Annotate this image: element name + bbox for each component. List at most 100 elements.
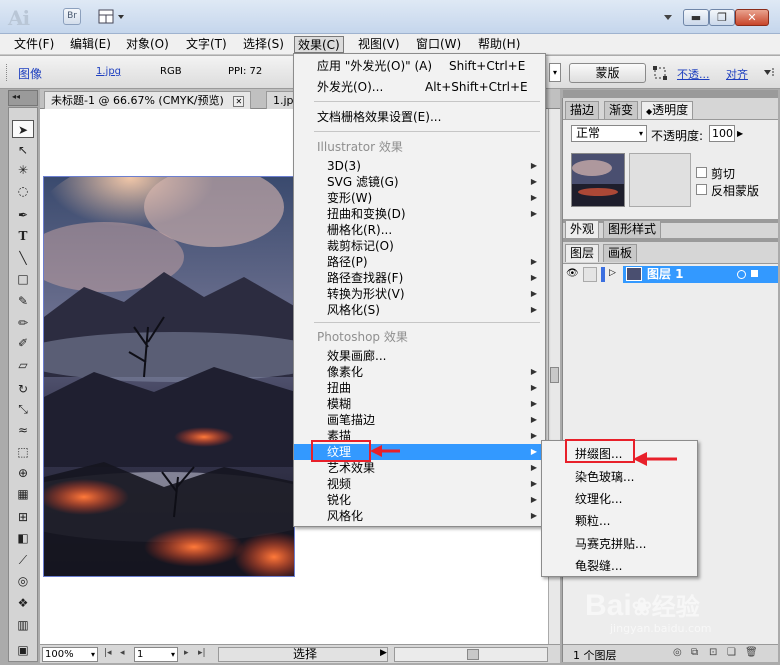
- submenu-item-craquelure[interactable]: 龟裂缝...: [575, 558, 622, 574]
- screen-mode-icon[interactable]: ▣: [12, 641, 34, 659]
- submenu-item-grain[interactable]: 颗粒...: [575, 513, 610, 529]
- tab-untitled[interactable]: 未标题-1 @ 66.67% (CMYK/预览) ✕: [44, 91, 252, 109]
- toolbox-header[interactable]: ◂◂: [8, 90, 38, 106]
- new-sublayer-icon[interactable]: ⊡: [709, 647, 717, 658]
- menu-item-pixelate[interactable]: 像素化 ▶: [294, 364, 545, 380]
- last-effect-item[interactable]: 外发光(O)... Alt+Shift+Ctrl+E: [294, 79, 545, 95]
- bridge-button[interactable]: Br: [63, 8, 81, 25]
- clip-checkbox[interactable]: [696, 167, 707, 178]
- close-tab-icon[interactable]: ✕: [233, 96, 245, 107]
- lock-toggle[interactable]: [583, 267, 597, 282]
- direct-selection-tool-icon[interactable]: ↖: [12, 141, 34, 159]
- menu-item-video[interactable]: 视频 ▶: [294, 476, 545, 492]
- pen-tool-icon[interactable]: ✒: [12, 206, 34, 224]
- scale-tool-icon[interactable]: ⤡: [12, 400, 34, 418]
- selection-tool-icon[interactable]: ➤: [12, 120, 34, 138]
- collapse-icon[interactable]: ◂◂: [12, 92, 20, 101]
- menu-item-brush-strokes[interactable]: 画笔描边 ▶: [294, 412, 545, 428]
- submenu-item-texturizer[interactable]: 纹理化...: [575, 491, 622, 507]
- dropdown-arrow-icon[interactable]: ▾: [549, 63, 561, 82]
- menu-item-distort[interactable]: 扭曲 ▶: [294, 380, 545, 396]
- menu-item-sharpen[interactable]: 锐化 ▶: [294, 492, 545, 508]
- menu-type[interactable]: 文字(T): [183, 36, 230, 53]
- linked-file-link[interactable]: 1.jpg: [96, 66, 121, 77]
- menu-item-crop-marks[interactable]: 裁剪标记(O): [294, 238, 545, 254]
- horizontal-scrollbar[interactable]: [394, 647, 548, 662]
- menu-item-rasterize[interactable]: 栅格化(R)...: [294, 222, 545, 238]
- menu-view[interactable]: 视图(V): [355, 36, 403, 53]
- menu-item-artistic[interactable]: 艺术效果 ▶: [294, 460, 545, 476]
- selection-indicator-icon[interactable]: [751, 270, 758, 277]
- mesh-tool-icon[interactable]: ⊞: [12, 508, 34, 526]
- restore-button[interactable]: ❐: [709, 9, 735, 26]
- type-tool-icon[interactable]: T: [12, 227, 34, 245]
- make-clipping-mask-icon[interactable]: ⧉: [691, 647, 698, 658]
- visibility-eye-icon[interactable]: 👁: [566, 268, 580, 281]
- menu-item-distort-transform[interactable]: 扭曲和变换(D) ▶: [294, 206, 545, 222]
- close-button[interactable]: ✕: [735, 9, 769, 26]
- opacity-input[interactable]: 100: [709, 125, 735, 142]
- blob-brush-tool-icon[interactable]: ✐: [12, 334, 34, 352]
- minimize-button[interactable]: ▬: [683, 9, 709, 26]
- rotate-tool-icon[interactable]: ↻: [12, 380, 34, 398]
- menu-item-svg-filters[interactable]: SVG 滤镜(G) ▶: [294, 174, 545, 190]
- menu-file[interactable]: 文件(F): [11, 36, 57, 53]
- tab-gradient[interactable]: 渐变: [604, 101, 639, 119]
- arrange-documents-button[interactable]: [98, 9, 126, 25]
- hscroll-thumb[interactable]: [467, 649, 479, 660]
- panel-menu-icon[interactable]: [763, 67, 775, 79]
- line-tool-icon[interactable]: ╲: [12, 249, 34, 267]
- layer-name[interactable]: 图层 1: [647, 267, 684, 282]
- lasso-tool-icon[interactable]: ◌: [12, 182, 34, 200]
- menu-item-blur[interactable]: 模糊 ▶: [294, 396, 545, 412]
- blend-mode-select[interactable]: 正常 ▾: [571, 125, 647, 142]
- tab-artboards[interactable]: 画板: [603, 244, 638, 262]
- opacity-link[interactable]: 不透...: [677, 66, 710, 82]
- tab-layers[interactable]: 图层: [565, 244, 600, 262]
- magic-wand-tool-icon[interactable]: ✳: [12, 161, 34, 179]
- menu-edit[interactable]: 编辑(E): [67, 36, 114, 53]
- layer-row[interactable]: 👁 ▷ 图层 1: [563, 266, 778, 283]
- menu-effect[interactable]: 效果(C): [294, 36, 344, 53]
- panel-dock-header[interactable]: [563, 90, 778, 98]
- tab-graphic-styles[interactable]: 图形样式: [603, 220, 662, 238]
- menu-item-pathfinder[interactable]: 路径查找器(F) ▶: [294, 270, 545, 286]
- menu-item-3d[interactable]: 3D(3) ▶: [294, 158, 545, 174]
- target-circle-icon[interactable]: [737, 270, 746, 279]
- menu-select[interactable]: 选择(S): [240, 36, 287, 53]
- warp-tool-icon[interactable]: ≈: [12, 421, 34, 439]
- shape-builder-tool-icon[interactable]: ⊕: [12, 464, 34, 482]
- submenu-item-stained-glass[interactable]: 染色玻璃...: [575, 469, 634, 485]
- object-thumbnail[interactable]: [571, 153, 625, 207]
- locate-object-icon[interactable]: ◎: [673, 647, 682, 658]
- mask-button[interactable]: 蒙版: [569, 63, 646, 83]
- invert-mask-checkbox[interactable]: [696, 184, 707, 195]
- eraser-tool-icon[interactable]: ▱: [12, 356, 34, 374]
- menu-item-stylize-ps[interactable]: 风格化 ▶: [294, 508, 545, 524]
- opacity-slider-arrow-icon[interactable]: ▶: [737, 129, 743, 138]
- tab-transparency[interactable]: ◆透明度: [641, 101, 694, 119]
- status-arrow-icon[interactable]: ▶: [380, 648, 387, 658]
- align-link[interactable]: 对齐: [726, 66, 748, 82]
- rectangle-tool-icon[interactable]: □: [12, 270, 34, 288]
- scroll-thumb[interactable]: [550, 367, 559, 383]
- menu-help[interactable]: 帮助(H): [475, 36, 523, 53]
- free-transform-tool-icon[interactable]: ⬚: [12, 443, 34, 461]
- page-select[interactable]: 1 ▾: [134, 647, 178, 662]
- graph-tool-icon[interactable]: ▥: [12, 616, 34, 634]
- raster-settings-item[interactable]: 文档栅格效果设置(E)...: [294, 109, 545, 125]
- layer-selected-bar[interactable]: 图层 1: [623, 266, 778, 283]
- menu-item-stylize-ai[interactable]: 风格化(S) ▶: [294, 302, 545, 318]
- menu-window[interactable]: 窗口(W): [413, 36, 464, 53]
- current-tool-display[interactable]: 选择: [218, 647, 388, 662]
- prev-page-icon[interactable]: ◂: [120, 648, 125, 658]
- mask-thumbnail[interactable]: [629, 153, 691, 207]
- submenu-item-mosaic-tiles[interactable]: 马赛克拼贴...: [575, 536, 646, 552]
- paintbrush-tool-icon[interactable]: ✎: [12, 292, 34, 310]
- first-page-icon[interactable]: |◂: [104, 648, 112, 658]
- new-layer-icon[interactable]: ❏: [727, 647, 736, 658]
- menu-item-convert-to-shape[interactable]: 转换为形状(V) ▶: [294, 286, 545, 302]
- tab-appearance[interactable]: 外观: [565, 220, 600, 238]
- apply-last-effect-item[interactable]: 应用 "外发光(O)" (A) Shift+Ctrl+E: [294, 58, 545, 74]
- gradient-tool-icon[interactable]: ◧: [12, 529, 34, 547]
